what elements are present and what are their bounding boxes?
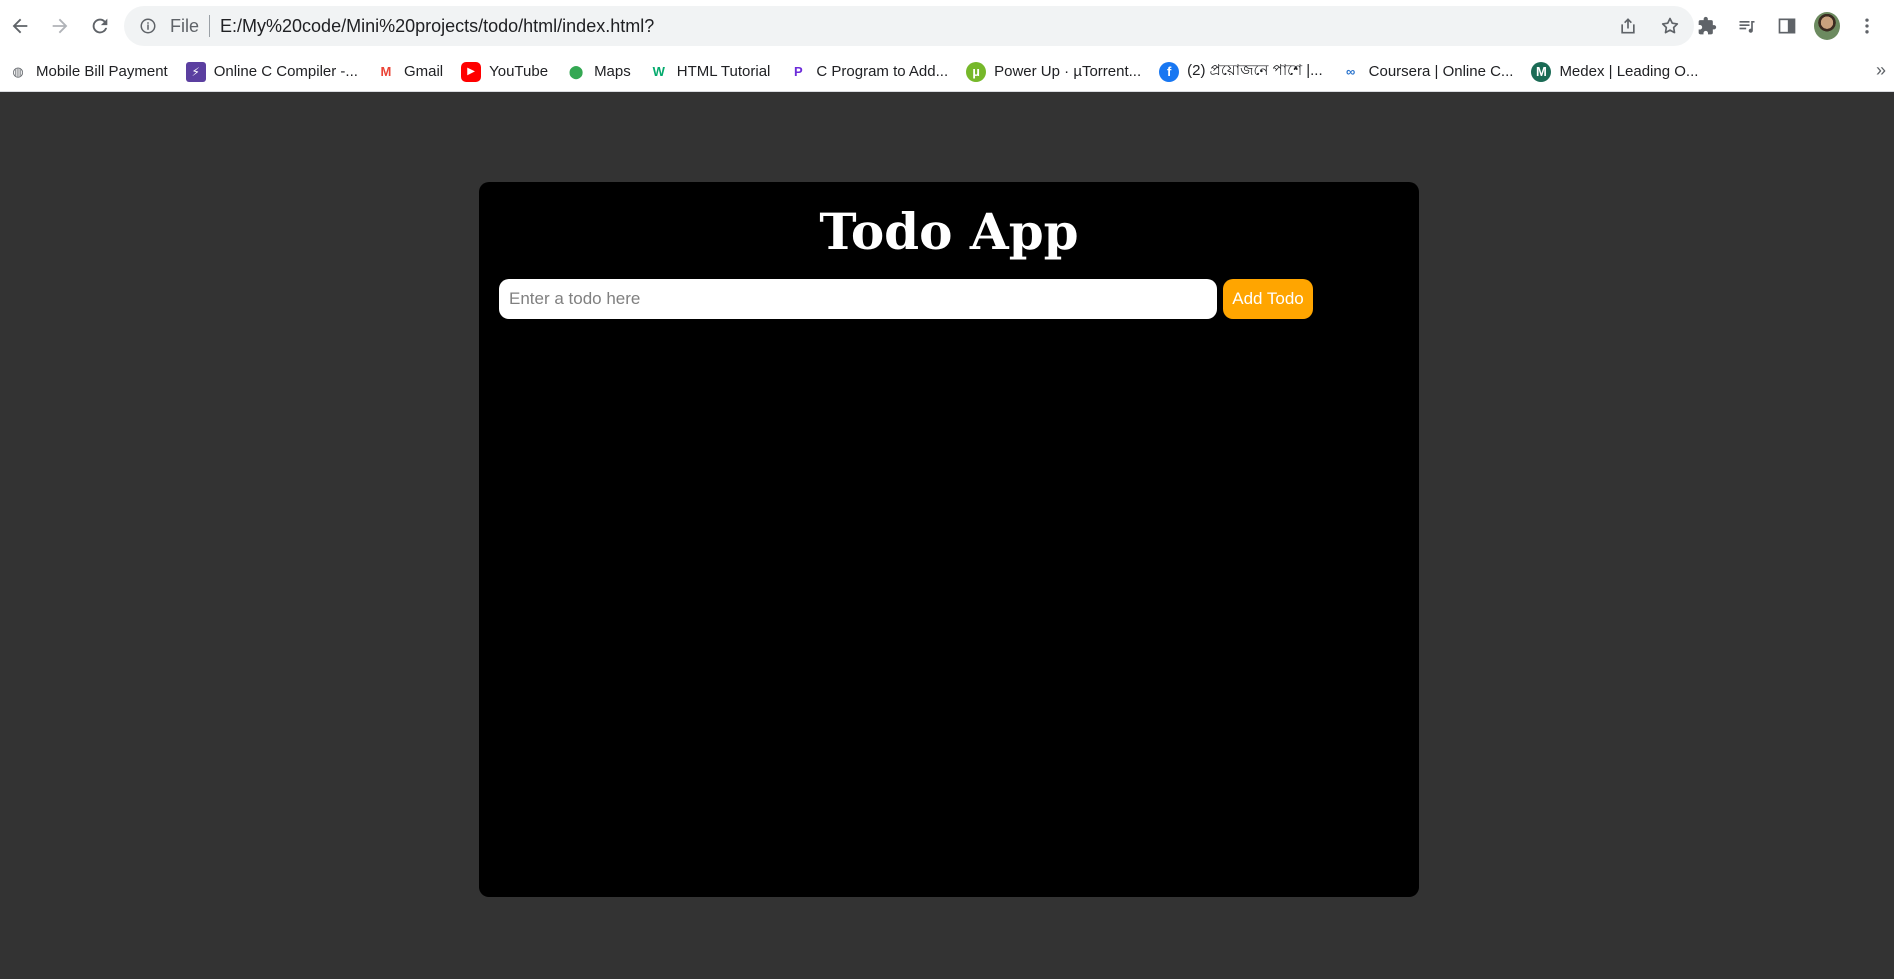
share-icon[interactable] xyxy=(1616,14,1640,38)
bookmark-item[interactable]: M Medex | Leading O... xyxy=(1531,56,1708,88)
bookmark-label: Coursera | Online C... xyxy=(1368,63,1514,80)
bookmark-label: Maps xyxy=(594,63,631,80)
bookmark-label: Mobile Bill Payment xyxy=(36,63,168,80)
bookmarks-bar: ◍ Mobile Bill Payment ⚡ Online C Compiler -… xyxy=(0,52,1894,92)
bookmark-label: HTML Tutorial xyxy=(676,63,771,80)
page-viewport: Todo App Add Todo xyxy=(0,93,1894,979)
bookmark-label: Medex | Leading O... xyxy=(1559,63,1699,80)
w3schools-icon: W xyxy=(652,64,665,79)
bookmark-item[interactable]: M Gmail xyxy=(376,56,453,88)
globe-icon: ◍ xyxy=(12,63,24,79)
reload-button[interactable] xyxy=(80,6,120,46)
maps-pin-icon: ⬤ xyxy=(568,63,584,79)
bookmark-item[interactable]: ◍ Mobile Bill Payment xyxy=(8,56,178,88)
bolt-icon: ⚡ xyxy=(185,61,206,82)
todo-container: Todo App Add Todo xyxy=(479,182,1419,897)
url-scheme-label: File xyxy=(170,15,200,36)
todo-input[interactable] xyxy=(499,279,1217,319)
bookmark-item[interactable]: ⚡ Online C Compiler -... xyxy=(185,56,368,88)
bookmark-item[interactable]: ⬤ Maps xyxy=(566,56,641,88)
page-title: Todo App xyxy=(819,202,1079,261)
bookmark-item[interactable]: P C Program to Add... xyxy=(788,56,958,88)
bookmark-label: Gmail xyxy=(403,63,444,80)
extensions-puzzle-icon[interactable] xyxy=(1694,13,1720,39)
bookmark-item[interactable]: W HTML Tutorial xyxy=(649,56,781,88)
medex-icon: M xyxy=(1531,61,1552,82)
avatar-image xyxy=(1814,12,1840,40)
gmail-icon: M xyxy=(380,64,392,79)
address-bar[interactable]: File E:/My%20code/Mini%20projects/todo/h… xyxy=(124,6,1694,46)
side-panel-icon[interactable] xyxy=(1774,13,1800,39)
facebook-icon: f xyxy=(1159,61,1180,82)
bookmark-item[interactable]: ∞ Coursera | Online C... xyxy=(1341,56,1524,88)
browser-toolbar: File E:/My%20code/Mini%20projects/todo/h… xyxy=(0,0,1894,52)
utorrent-icon: µ xyxy=(966,61,987,82)
bookmark-label: Online C Compiler -... xyxy=(213,63,358,80)
profile-avatar[interactable] xyxy=(1814,12,1840,40)
youtube-icon: ▶ xyxy=(461,61,482,82)
browser-menu-icon[interactable] xyxy=(1854,13,1880,39)
back-button[interactable] xyxy=(0,6,40,46)
bookmark-label: YouTube xyxy=(489,63,549,80)
bookmarks-overflow-chevron-icon[interactable]: » xyxy=(1876,60,1886,81)
bookmark-item[interactable]: f (2) প্রয়োজনে পাশে |... xyxy=(1159,56,1332,88)
bookmark-star-icon[interactable] xyxy=(1658,14,1682,38)
bookmark-label: Power Up · µTorrent... xyxy=(994,63,1142,80)
bookmark-label: C Program to Add... xyxy=(816,63,949,80)
forward-button[interactable] xyxy=(40,6,80,46)
programiz-icon: P xyxy=(794,64,803,79)
add-todo-button[interactable]: Add Todo xyxy=(1223,279,1313,319)
url-text[interactable]: E:/My%20code/Mini%20projects/todo/html/i… xyxy=(220,16,654,37)
media-queue-icon[interactable] xyxy=(1734,13,1760,39)
bookmark-label: (2) প্রয়োজনে পাশে |... xyxy=(1187,62,1323,79)
bookmark-item[interactable]: ▶ YouTube xyxy=(461,56,558,88)
back-arrow-icon xyxy=(12,18,28,34)
forward-arrow-icon xyxy=(52,18,68,34)
reload-icon xyxy=(92,18,108,34)
coursera-icon: ∞ xyxy=(1346,64,1356,79)
url-separator xyxy=(209,15,211,37)
site-info-icon[interactable] xyxy=(138,16,158,36)
bookmark-item[interactable]: µ Power Up · µTorrent... xyxy=(966,56,1151,88)
